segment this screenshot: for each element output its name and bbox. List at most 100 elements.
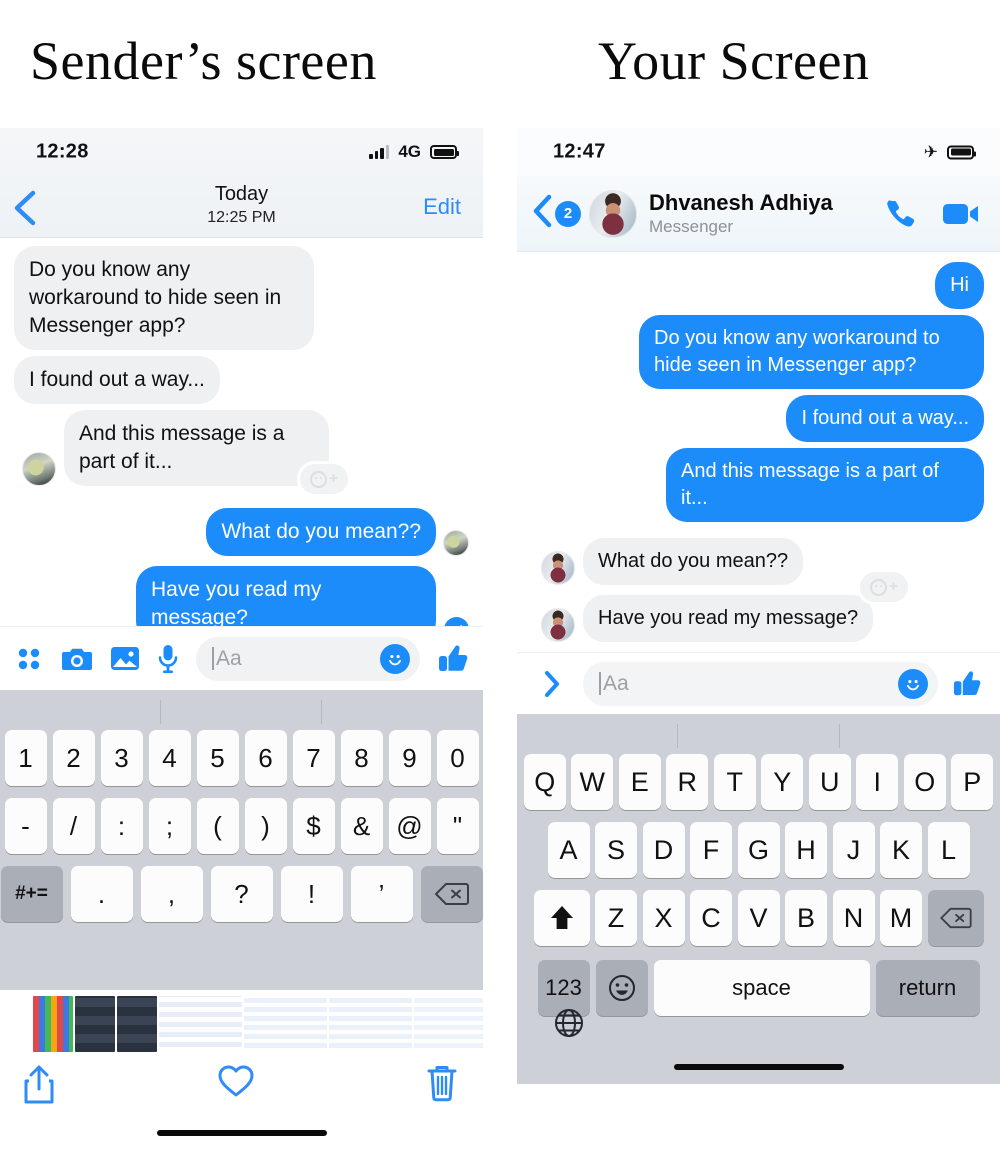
thumb-article-3[interactable] <box>329 996 412 1052</box>
message-bubble[interactable]: I found out a way... <box>14 356 220 404</box>
key-paren-open[interactable]: ( <box>196 798 239 854</box>
globe-icon[interactable] <box>553 1007 585 1044</box>
message-bubble[interactable]: I found out a way... <box>786 395 984 442</box>
key-quote[interactable]: " <box>436 798 479 854</box>
key-question[interactable]: ? <box>210 866 273 922</box>
key-e[interactable]: E <box>618 754 661 810</box>
key-q[interactable]: Q <box>523 754 566 810</box>
key-o[interactable]: O <box>903 754 946 810</box>
key-9[interactable]: 9 <box>388 730 431 786</box>
thumb-dark-keyboard-2[interactable] <box>117 996 157 1052</box>
backspace-icon[interactable] <box>420 866 483 922</box>
message-bubble[interactable]: And this message is a part of it... <box>666 448 984 522</box>
key-n[interactable]: N <box>832 890 875 946</box>
key-h[interactable]: H <box>785 822 827 878</box>
key-c[interactable]: C <box>690 890 732 946</box>
message-bubble[interactable]: Do you know any workaround to hide seen … <box>639 315 984 389</box>
key-dollar[interactable]: $ <box>292 798 335 854</box>
dhvanesh-avatar[interactable] <box>541 551 575 585</box>
key-period[interactable]: . <box>70 866 133 922</box>
key-6[interactable]: 6 <box>244 730 287 786</box>
message-input[interactable]: Aa <box>583 661 938 706</box>
phone-icon[interactable] <box>884 198 916 230</box>
key-more-symbols[interactable]: #+= <box>0 866 63 922</box>
key-l[interactable]: L <box>927 822 970 878</box>
shift-icon[interactable] <box>533 890 590 946</box>
key-d[interactable]: D <box>642 822 685 878</box>
key-m[interactable]: M <box>880 890 922 946</box>
emoji-face-icon[interactable] <box>595 960 648 1016</box>
message-bubble[interactable]: What do you mean?? <box>583 538 804 585</box>
thumb-app-grid[interactable] <box>33 996 73 1052</box>
key-g[interactable]: G <box>737 822 780 878</box>
chevron-right-icon[interactable] <box>535 669 569 699</box>
thumb-dark-keyboard-1[interactable] <box>75 996 115 1052</box>
thumb-article-4[interactable] <box>414 996 483 1052</box>
camera-icon[interactable] <box>61 645 93 673</box>
photo-icon[interactable] <box>110 645 140 672</box>
key-f[interactable]: F <box>690 822 732 878</box>
key-p[interactable]: P <box>951 754 994 810</box>
smiley-filled-icon[interactable] <box>380 643 410 674</box>
key-0[interactable]: 0 <box>436 730 479 786</box>
four-dots-grid-icon[interactable] <box>14 644 44 674</box>
key-i[interactable]: I <box>856 754 899 810</box>
key-j[interactable]: J <box>832 822 875 878</box>
thumbs-up-icon[interactable] <box>952 670 982 698</box>
key-2[interactable]: 2 <box>52 730 95 786</box>
key-return[interactable]: return <box>875 960 980 1016</box>
key-comma[interactable]: , <box>140 866 203 922</box>
message-bubble[interactable]: Do you know any workaround to hide seen … <box>14 246 314 350</box>
key-apostrophe[interactable]: ’ <box>350 866 413 922</box>
key-z[interactable]: Z <box>595 890 637 946</box>
message-input[interactable]: Aa <box>196 636 420 681</box>
key-y[interactable]: Y <box>761 754 804 810</box>
heart-icon[interactable] <box>218 1064 254 1098</box>
key-b[interactable]: B <box>785 890 827 946</box>
key-v[interactable]: V <box>737 890 780 946</box>
thumb-article-2[interactable] <box>244 996 327 1052</box>
message-bubble[interactable]: Have you read my message? <box>583 595 874 642</box>
thumbs-up-icon[interactable] <box>437 644 469 674</box>
key-1[interactable]: 1 <box>4 730 47 786</box>
trash-icon[interactable] <box>427 1064 457 1102</box>
backspace-icon[interactable] <box>927 890 984 946</box>
message-bubble[interactable]: Hi <box>935 262 984 309</box>
key-r[interactable]: R <box>666 754 709 810</box>
message-bubble[interactable]: And this message is a part of it... <box>64 410 329 486</box>
smiley-filled-icon[interactable] <box>898 668 928 699</box>
key-8[interactable]: 8 <box>340 730 383 786</box>
dhvanesh-avatar[interactable] <box>541 608 575 642</box>
key-at[interactable]: @ <box>388 798 431 854</box>
back-with-unread[interactable]: 2 <box>531 193 581 234</box>
share-icon[interactable] <box>22 1064 56 1106</box>
video-camera-icon[interactable] <box>942 200 980 228</box>
scene-avatar[interactable] <box>22 452 56 486</box>
add-reaction-button[interactable]: + <box>300 464 348 494</box>
microphone-icon[interactable] <box>157 644 179 674</box>
key-t[interactable]: T <box>713 754 756 810</box>
key-space[interactable]: space <box>653 960 870 1016</box>
edit-button[interactable]: Edit <box>423 194 461 220</box>
key-x[interactable]: X <box>642 890 685 946</box>
dhvanesh-avatar[interactable] <box>589 189 637 238</box>
thumbnail-strip[interactable] <box>0 990 483 1052</box>
add-reaction-button[interactable]: + <box>860 572 908 602</box>
message-bubble[interactable]: What do you mean?? <box>206 508 436 556</box>
thumb-article-1[interactable] <box>159 996 242 1052</box>
key-semicolon[interactable]: ; <box>148 798 191 854</box>
key-s[interactable]: S <box>595 822 637 878</box>
key-3[interactable]: 3 <box>100 730 143 786</box>
key-ampersand[interactable]: & <box>340 798 383 854</box>
key-k[interactable]: K <box>880 822 922 878</box>
key-a[interactable]: A <box>547 822 590 878</box>
key-hyphen[interactable]: - <box>4 798 47 854</box>
key-exclamation[interactable]: ! <box>280 866 343 922</box>
key-7[interactable]: 7 <box>292 730 335 786</box>
key-colon[interactable]: : <box>100 798 143 854</box>
key-5[interactable]: 5 <box>196 730 239 786</box>
key-w[interactable]: W <box>571 754 614 810</box>
chevron-left-icon[interactable] <box>531 193 553 234</box>
key-slash[interactable]: / <box>52 798 95 854</box>
key-paren-close[interactable]: ) <box>244 798 287 854</box>
